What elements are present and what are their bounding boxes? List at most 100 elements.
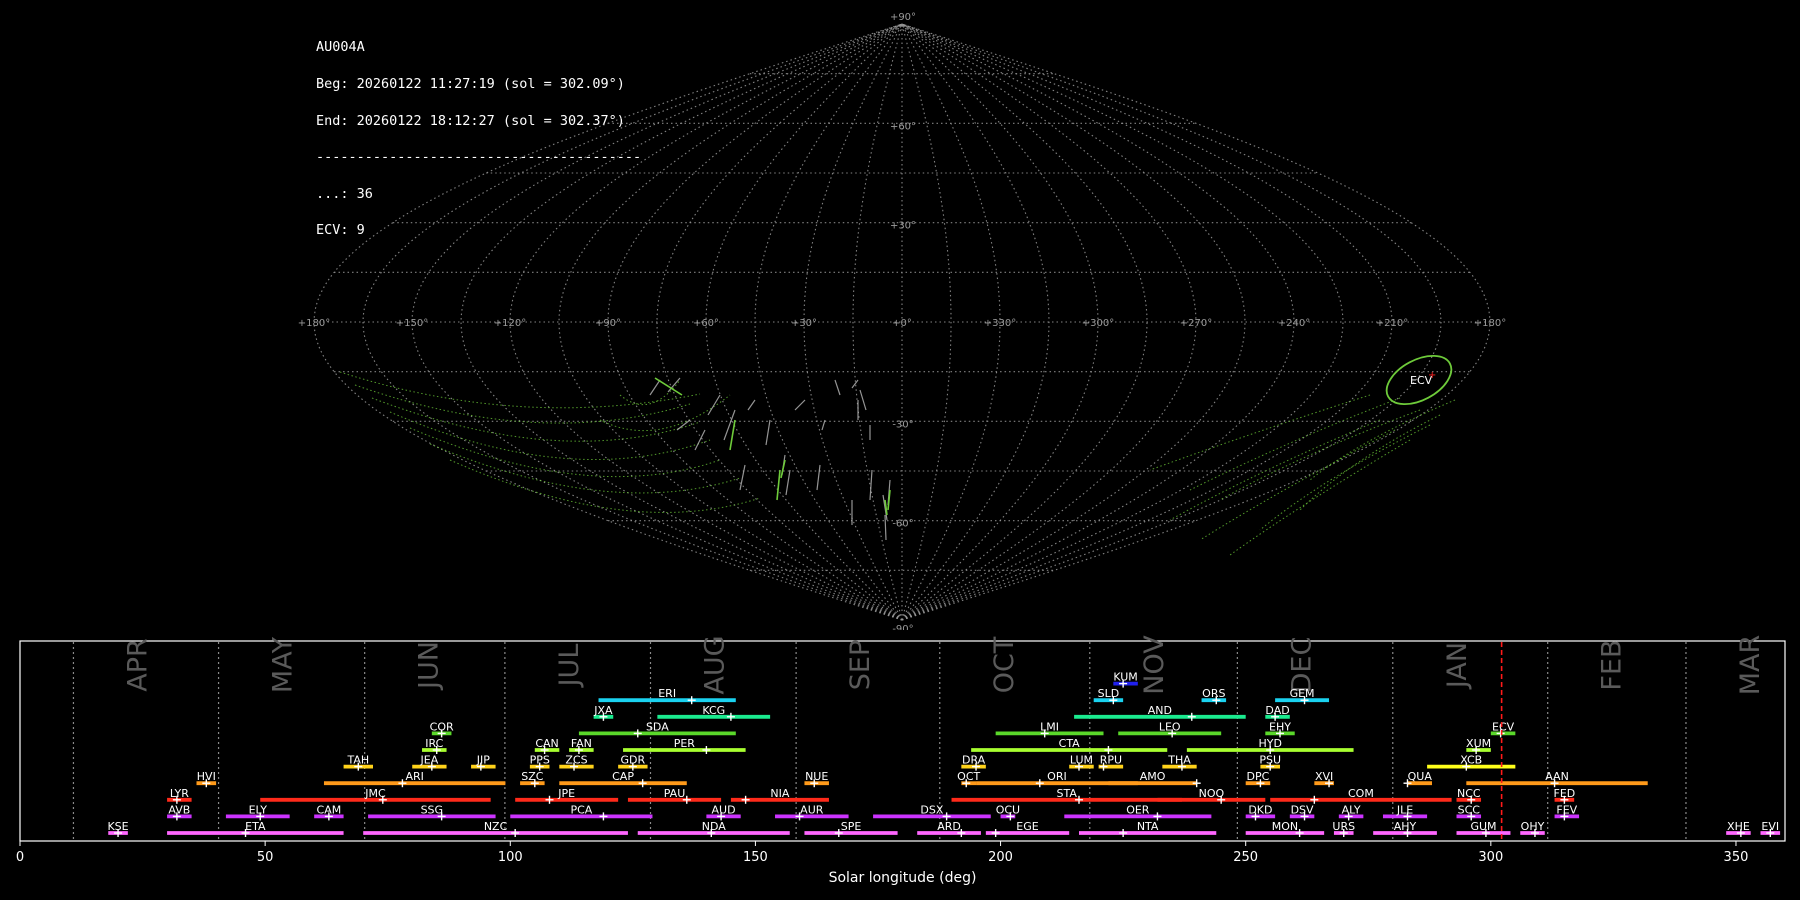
longitude-label: +60° <box>693 318 719 329</box>
shower-label: AAN <box>1545 770 1569 783</box>
shower-label: GEM <box>1290 687 1315 700</box>
shower-label: FEV <box>1556 803 1577 816</box>
shower-label: PCA <box>570 803 592 816</box>
shower-pps: PPS <box>530 754 550 771</box>
shower-and: AND <box>1074 704 1246 721</box>
shower-label: SPE <box>841 820 862 833</box>
x-tick-label: 50 <box>257 850 274 865</box>
meteor-track <box>429 443 741 494</box>
shower-label: NCC <box>1457 787 1481 800</box>
timeline-frame <box>19 640 1786 842</box>
shower-nta: NTA <box>1079 820 1217 837</box>
shower-label: NIA <box>770 787 789 800</box>
shower-label: JIP <box>476 754 490 767</box>
shower-nzc: NZC <box>363 820 628 837</box>
shower-xcb: XCB <box>1427 754 1516 771</box>
sky-map-chart: +90° +60° +30° -30° -60° -90° +180° +150° +120° +… <box>298 12 1506 630</box>
shower-rpu: RPU <box>1098 754 1124 771</box>
shower-label: TAH <box>346 754 369 767</box>
shower-label: XUM <box>1466 737 1491 750</box>
shower-dsx: DSX <box>873 803 991 821</box>
month-label: SEP <box>845 640 876 690</box>
month-label: APR <box>122 638 153 692</box>
shower-szc: SZC <box>520 770 545 788</box>
shower-label: QUA <box>1408 770 1433 783</box>
shower-label: SCC <box>1458 803 1481 816</box>
shower-label: LMI <box>1040 720 1059 733</box>
shower-com: COM <box>1270 787 1452 804</box>
shower-label: CAP <box>612 770 634 783</box>
longitude-label: +240° <box>1278 318 1310 329</box>
meteor-track <box>389 411 711 460</box>
shower-label: AMO <box>1140 770 1166 783</box>
month-label: FEB <box>1597 639 1628 690</box>
shower-meteor-streak <box>887 489 891 511</box>
meteor-streak <box>747 399 756 411</box>
shower-label: PPS <box>530 754 550 767</box>
shower-label: CAM <box>317 803 342 816</box>
meteor-track <box>339 371 701 409</box>
shower-ssg: SSG <box>368 803 496 821</box>
shower-fan: FAN <box>569 737 594 754</box>
shower-tha: THA <box>1162 754 1197 771</box>
longitude-label: +30° <box>791 318 817 329</box>
shower-jpe: JPE <box>515 787 619 804</box>
latitude-label: -30° <box>892 419 913 430</box>
shower-psu: PSU <box>1259 754 1281 771</box>
shower-label: AND <box>1148 704 1172 717</box>
shower-lum: LUM <box>1069 754 1094 771</box>
shower-ely: ELY <box>225 803 290 821</box>
shower-oer: OER <box>1064 803 1212 821</box>
shower-label: OCU <box>996 803 1020 816</box>
shower-label: GDR <box>621 754 646 767</box>
latitude-label: +90° <box>890 12 916 23</box>
shower-evi: EVI <box>1760 820 1781 837</box>
shower-label: EVI <box>1761 820 1779 833</box>
shower-label: SLD <box>1098 687 1120 700</box>
shower-label: ALY <box>1342 803 1361 816</box>
shower-label: OHY <box>1521 820 1545 833</box>
x-tick-label: 250 <box>1233 850 1258 865</box>
longitude-label: +120° <box>494 318 526 329</box>
shower-aur: AUR <box>775 803 849 821</box>
shower-meteor-streak <box>729 419 736 451</box>
shower-ori: ORI <box>976 770 1138 788</box>
longitude-label: +330° <box>984 318 1016 329</box>
shower-label: LEO <box>1159 720 1181 733</box>
meteor-streak <box>649 379 661 396</box>
longitude-label: +150° <box>396 318 428 329</box>
shower-label: XVI <box>1315 770 1333 783</box>
shower-label: THA <box>1167 754 1191 767</box>
shower-aud: AUD <box>706 803 741 821</box>
shower-label: GUM <box>1470 820 1496 833</box>
meteor-streak <box>859 389 867 411</box>
shower-hyd: HYD <box>1186 737 1354 754</box>
shower-label: NDA <box>702 820 727 833</box>
longitude-label: +270° <box>1180 318 1212 329</box>
shower-sta: STA <box>951 787 1182 804</box>
meteor-streak <box>676 419 691 431</box>
shower-dra: DRA <box>961 754 986 771</box>
month-label: NOV <box>1139 635 1170 695</box>
longitude-label: +0° <box>892 318 912 329</box>
shower-label: DSX <box>920 803 943 816</box>
shower-aan: AAN <box>1466 770 1648 788</box>
latitude-label: -90° <box>892 624 913 630</box>
meteor-track <box>449 459 761 513</box>
shower-label: NZC <box>484 820 508 833</box>
meteor-streak <box>869 469 873 501</box>
shower-xhe: XHE <box>1726 820 1751 837</box>
longitude-label: +180° <box>1474 318 1506 329</box>
shower-ard: ARD <box>917 820 981 837</box>
shower-ncc: NCC <box>1456 787 1482 804</box>
shower-noo: NOO <box>1157 787 1266 804</box>
shower-meteor-streak <box>776 469 781 501</box>
shower-label: XCB <box>1460 754 1482 767</box>
shower-label: OER <box>1126 803 1150 816</box>
x-tick-label: 100 <box>498 850 523 865</box>
shower-ocu: OCU <box>996 803 1020 821</box>
shower-zcs: ZCS <box>559 754 594 771</box>
shower-label: SZC <box>521 770 544 783</box>
shower-dsv: DSV <box>1289 803 1315 821</box>
shower-qua: QUA <box>1403 770 1433 788</box>
